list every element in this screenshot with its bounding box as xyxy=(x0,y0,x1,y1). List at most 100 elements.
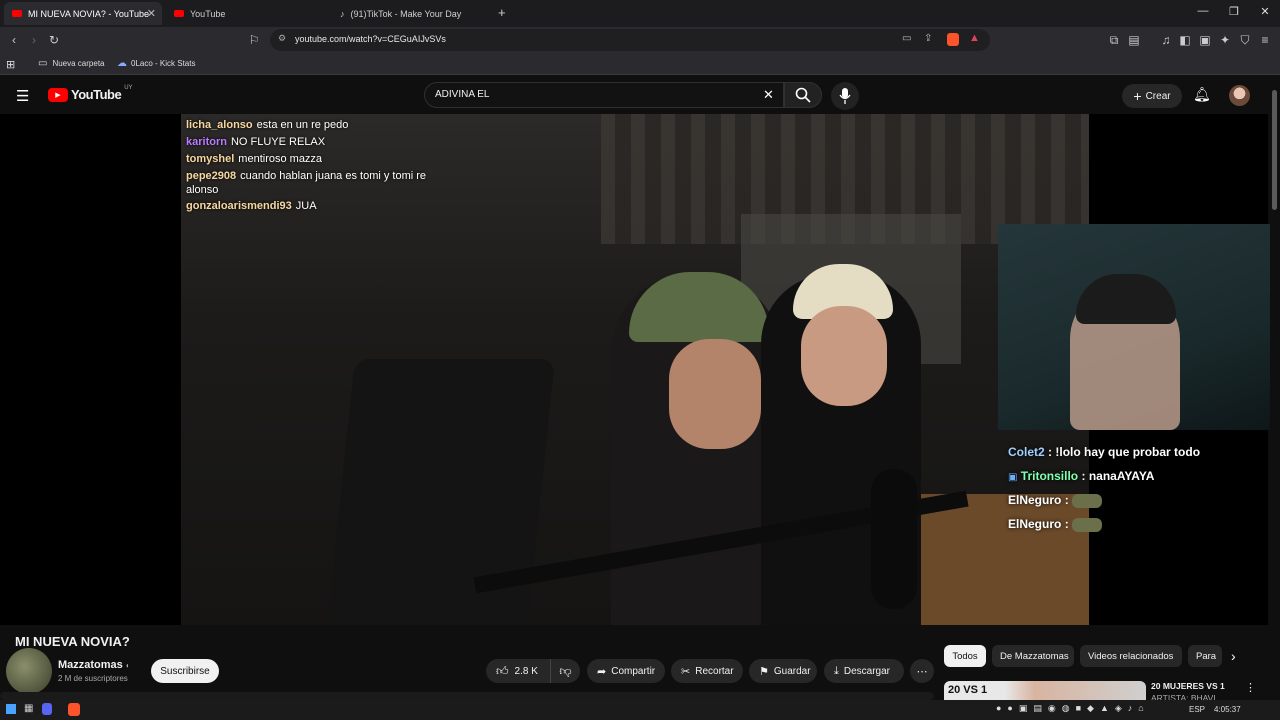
restore-icon[interactable]: ❐ xyxy=(1224,5,1244,18)
search-icon xyxy=(795,87,811,103)
task-view-icon[interactable]: ▦ xyxy=(24,703,33,714)
menu-icon[interactable]: ≡ xyxy=(1257,32,1273,48)
share-button[interactable]: ➦ Compartir xyxy=(587,659,665,683)
dislike-button[interactable]: 👎︎ xyxy=(550,659,580,683)
verified-icon: ● xyxy=(126,661,128,670)
recommendation-thumbnail[interactable]: 20 VS 1 xyxy=(944,681,1146,700)
hamburger-menu-icon[interactable]: ☰ xyxy=(16,87,29,105)
chat-username: ElNeguro xyxy=(1008,517,1062,531)
channel-name[interactable]: Mazzatomas ● xyxy=(58,659,128,671)
chat-username: tomyshel xyxy=(186,153,235,165)
brave-taskbar-icon[interactable] xyxy=(68,703,80,716)
channel-name-text: Mazzatomas xyxy=(58,659,123,671)
discord-icon[interactable] xyxy=(42,703,52,715)
clip-label: Recortar xyxy=(695,665,734,677)
media-icon[interactable]: ♫ xyxy=(1158,32,1174,48)
kick-stats-icon: ☁ xyxy=(117,58,127,69)
chevron-right-icon[interactable]: › xyxy=(1231,648,1236,664)
back-icon[interactable]: ‹ xyxy=(6,32,22,48)
wallet-icon[interactable]: ▣ xyxy=(1197,32,1213,48)
input-language[interactable]: ESP xyxy=(1189,705,1205,714)
bookmark-nueva-carpeta[interactable]: ▭ Nueva carpeta xyxy=(38,58,104,69)
overlay-chat-line: ElNeguro : xyxy=(1008,517,1103,532)
leo-ai-icon[interactable]: ✦ xyxy=(1217,32,1233,48)
site-settings-icon[interactable]: ⚙ xyxy=(278,33,286,44)
like-count: 2.8 K xyxy=(514,665,538,677)
stream-chat-line: pepe2908 cuando hablan juana es tomi y to… xyxy=(186,169,436,197)
scissors-icon: ✂ xyxy=(681,665,691,678)
bookmarks-bar: ⊞ ▭ Nueva carpeta ☁ 0Laco - Kick Stats xyxy=(0,53,1280,75)
clock[interactable]: 4:05:37 xyxy=(1214,705,1241,714)
tab-youtube[interactable]: YouTube xyxy=(166,2,328,25)
thumbs-up-icon: 👍︎ xyxy=(496,663,509,678)
close-tab-icon[interactable]: ✕ xyxy=(147,7,156,20)
scrollbar-thumb[interactable] xyxy=(1272,90,1277,210)
more-horizontal-icon: ⋯ xyxy=(916,665,928,678)
chat-message: : xyxy=(1064,493,1069,507)
reader-icon[interactable]: ▤ xyxy=(1126,32,1142,48)
search-query-text: ADIVINA EL xyxy=(435,89,490,100)
search-button[interactable] xyxy=(784,82,822,108)
vpn-icon[interactable]: ⛉ xyxy=(1237,32,1253,48)
cast-icon[interactable]: ▭ xyxy=(902,33,911,44)
bookmark-label: 0Laco - Kick Stats xyxy=(131,59,196,68)
avatar[interactable] xyxy=(1229,85,1250,106)
chat-username: gonzaloarismendi93 xyxy=(186,200,292,212)
brave-rewards-icon[interactable]: ▲ xyxy=(969,32,980,44)
like-button[interactable]: 👍︎ 2.8 K xyxy=(486,659,550,683)
tab-label: MI NUEVA NOVIA? - YouTube xyxy=(28,8,150,19)
stream-chat-line: gonzaloarismendi93 JUA xyxy=(186,199,436,213)
bookmark-kick-stats[interactable]: ☁ 0Laco - Kick Stats xyxy=(117,58,195,69)
folder-icon: ▭ xyxy=(38,58,48,69)
page-scrollbar[interactable] xyxy=(1270,76,1280,700)
chip-de-mazzatomas[interactable]: De Mazzatomas xyxy=(992,645,1074,667)
thumbnail-text: 20 VS 1 xyxy=(948,684,988,696)
chip-videos-relacionados[interactable]: Videos relacionados xyxy=(1080,645,1182,667)
reload-icon[interactable]: ↻ xyxy=(46,32,62,48)
microphone-decor xyxy=(871,469,917,609)
notifications-bell-icon[interactable]: 🔔︎ xyxy=(1193,86,1211,103)
save-label: Guardar xyxy=(773,665,811,677)
new-tab-icon[interactable]: + xyxy=(498,5,506,20)
brave-shields-icon[interactable] xyxy=(947,33,959,46)
video-player[interactable]: licha_alonso esta en un re pedo karitorn N… xyxy=(0,114,1278,625)
minimize-icon[interactable]: — xyxy=(1193,5,1213,17)
tab-label: (91)TikTok - Make Your Day xyxy=(350,8,462,19)
chip-todos[interactable]: Todos xyxy=(944,645,986,667)
description-box-edge xyxy=(0,692,934,700)
tiktok-favicon-icon: ♪ xyxy=(340,8,345,19)
youtube-favicon-icon xyxy=(174,10,184,17)
chat-message: esta en un re pedo xyxy=(256,119,349,131)
windows-taskbar: ▦ ●●▣▤◉◍■◆▲◈♪⌂ ESP 4:05:37 xyxy=(0,700,1280,720)
clip-button[interactable]: ✂ Recortar xyxy=(671,659,743,683)
save-button[interactable]: ⚑ Guardar xyxy=(749,659,817,683)
share-icon[interactable]: ⇪ xyxy=(924,33,932,44)
forward-icon[interactable]: › xyxy=(26,32,42,48)
address-bar[interactable]: ⚙ youtube.com/watch?v=CEGuAIJvSVs ▭ ⇪ ▲ xyxy=(270,29,990,51)
subscribe-button[interactable]: Suscribirse xyxy=(151,659,219,683)
tab-tiktok[interactable]: ♪ (91)TikTok - Make Your Day xyxy=(332,2,494,25)
create-button[interactable]: + Crear xyxy=(1122,84,1182,108)
more-vertical-icon[interactable]: ⋮ xyxy=(1245,681,1256,694)
region-code: UY xyxy=(124,84,133,91)
more-actions-button[interactable]: ⋯ xyxy=(910,659,934,683)
browser-tab-bar: MI NUEVA NOVIA? - YouTube ✕ YouTube ♪ (9… xyxy=(0,0,1280,27)
tab-mi-nueva-novia[interactable]: MI NUEVA NOVIA? - YouTube ✕ xyxy=(4,2,162,25)
chat-username: Colet2 xyxy=(1008,445,1045,459)
clear-search-icon[interactable]: ✕ xyxy=(763,87,774,103)
channel-avatar[interactable] xyxy=(6,648,52,694)
extensions-icon[interactable]: ⧉ xyxy=(1106,32,1122,48)
close-window-icon[interactable]: ✕ xyxy=(1255,5,1275,18)
chat-message: mentiroso mazza xyxy=(238,153,323,165)
bookmark-icon[interactable]: ⚐ xyxy=(246,32,262,48)
youtube-logo[interactable]: ▶ YouTube UY xyxy=(48,84,133,102)
system-tray-icons[interactable]: ●●▣▤◉◍■◆▲◈♪⌂ xyxy=(996,703,1150,714)
sidebar-icon[interactable]: ◧ xyxy=(1177,32,1193,48)
face-decor xyxy=(801,306,887,406)
voice-search-button[interactable] xyxy=(831,82,859,110)
chip-para-ti[interactable]: Para xyxy=(1188,645,1222,667)
download-button[interactable]: ⤓ Descargar xyxy=(824,659,904,683)
windows-start-icon[interactable] xyxy=(6,704,16,714)
apps-grid-icon[interactable]: ⊞ xyxy=(6,58,15,71)
search-input[interactable]: ADIVINA EL ✕ xyxy=(424,82,784,108)
